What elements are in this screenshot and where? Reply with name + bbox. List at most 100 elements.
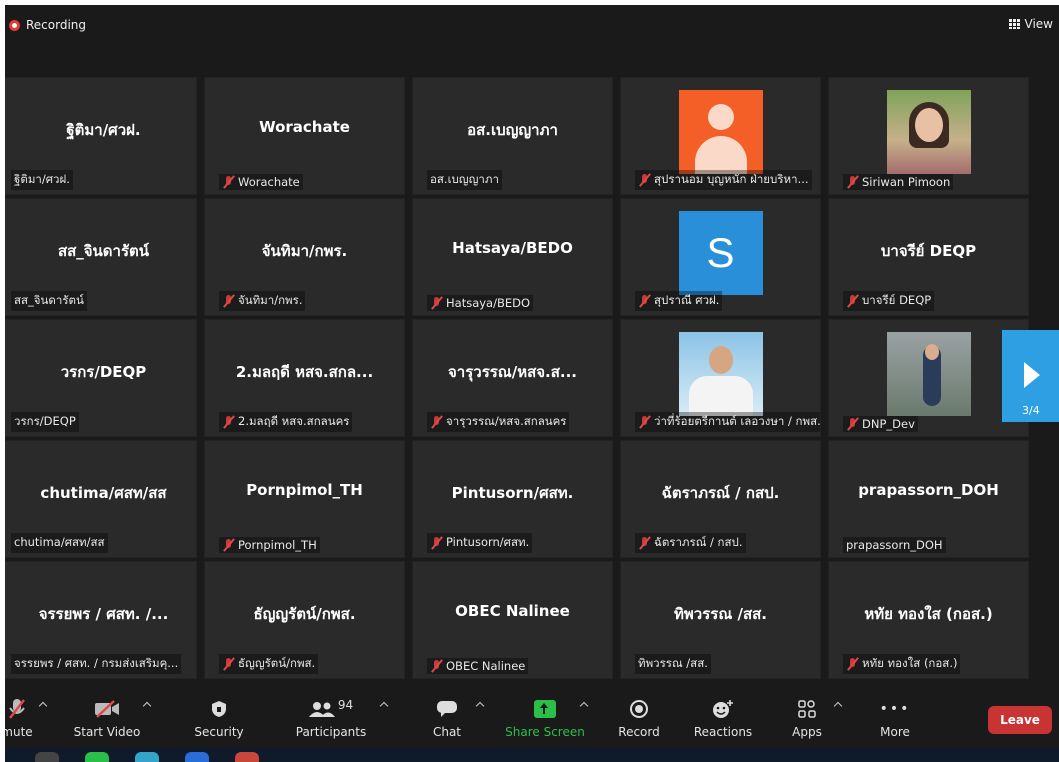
microphone-muted-icon	[430, 536, 443, 550]
participant-display-name: ฐิติมา/ศวฝ.	[66, 121, 141, 139]
participant-tile[interactable]: วรกร/DEQP วรกร/DEQP	[5, 319, 197, 437]
view-button[interactable]: View	[1008, 17, 1053, 31]
participant-name-label: จารุวรรณ/หสจ.สกลนคร	[427, 412, 570, 432]
participant-name-label: ธัญญรัตน์/กพส.	[219, 654, 319, 674]
participant-tile[interactable]: อส.เบญญาภา อส.เบญญาภา	[412, 77, 613, 195]
taskbar-app-icon[interactable]	[235, 752, 259, 762]
participant-tile[interactable]: ทิพวรรณ /สส. ทิพวรรณ /สส.	[620, 561, 821, 679]
page-indicator: 3/4	[1022, 404, 1040, 417]
chevron-up-icon[interactable]	[476, 701, 484, 709]
recording-label: Recording	[26, 18, 87, 32]
taskbar-app-icon[interactable]	[185, 752, 209, 762]
participant-tile[interactable]: ว่าที่ร้อยตรีกานต์ เลอวงษา / กพส.	[620, 319, 821, 437]
participant-tile[interactable]: DNP_Dev	[828, 319, 1029, 437]
participant-display-name: จารุวรรณ/หสจ.ส...	[448, 363, 577, 381]
participant-tile[interactable]: หทัย ทองใส (กอส.) หทัย ทองใส (กอส.)	[828, 561, 1029, 679]
participant-name-label: Pornpimol_TH	[219, 537, 320, 553]
participants-button[interactable]: 94 Participants	[293, 696, 369, 739]
participant-display-name: อส.เบญญาภา	[467, 121, 558, 139]
participant-tile[interactable]: ฉัตราภรณ์ / กสป. ฉัตราภรณ์ / กสป.	[620, 440, 821, 558]
participant-tile[interactable]: สส_จินดารัตน์ สส_จินดารัตน์	[5, 198, 197, 316]
share-screen-button[interactable]: Share Screen	[505, 696, 585, 739]
os-taskbar	[5, 748, 1059, 762]
people-icon	[308, 702, 335, 717]
chevron-up-icon[interactable]	[580, 701, 588, 709]
leave-button[interactable]: Leave	[988, 706, 1052, 734]
security-button[interactable]: Security	[191, 696, 247, 739]
mute-button[interactable]: mute	[5, 696, 35, 739]
more-button[interactable]: ••• More	[875, 696, 915, 739]
chevron-up-icon[interactable]	[380, 701, 388, 709]
chat-button[interactable]: Chat	[427, 696, 467, 739]
participant-name-label: Siriwan Pimoon	[843, 174, 954, 190]
apps-button[interactable]: Apps	[789, 696, 825, 739]
participant-display-name: วรกร/DEQP	[60, 363, 147, 381]
participant-name-label: ฐิติมา/ศวฝ.	[11, 170, 73, 190]
participant-photo	[678, 332, 763, 416]
grid-icon	[1008, 19, 1020, 29]
participant-tile[interactable]: จารุวรรณ/หสจ.ส... จารุวรรณ/หสจ.สกลนคร	[412, 319, 613, 437]
microphone-muted-icon	[846, 175, 859, 189]
participant-tile[interactable]: Pornpimol_TH Pornpimol_TH	[204, 440, 405, 558]
participant-name-label: ว่าที่ร้อยตรีกานต์ เลอวงษา / กพส.	[635, 412, 821, 432]
start-video-button[interactable]: Start Video	[69, 696, 145, 739]
participant-tile[interactable]: สุปรานอม บุญหนัก ฝ่ายบริหา...	[620, 77, 821, 195]
participant-name: 2.มลฤดี หสจ.สกลนคร	[238, 414, 350, 428]
microphone-muted-icon	[638, 415, 651, 429]
microphone-muted-icon	[5, 696, 35, 722]
participant-name: สุปราณี ศวฝ.	[654, 293, 720, 307]
chevron-up-icon[interactable]	[834, 701, 842, 709]
participant-display-name: Worachate	[259, 118, 350, 136]
microphone-muted-icon	[430, 659, 443, 673]
participant-name: จันทิมา/กพร.	[238, 293, 303, 307]
microphone-muted-icon	[846, 657, 859, 671]
recording-indicator[interactable]: Recording	[9, 17, 86, 33]
participant-tile[interactable]: 2.มลฤดี หสจ.สกล... 2.มลฤดี หสจ.สกลนคร	[204, 319, 405, 437]
participant-tile[interactable]: Pintusorn/ศสท. Pintusorn/ศสท.	[412, 440, 613, 558]
participant-photo	[886, 332, 971, 416]
participant-name-label: OBEC Nalinee	[427, 658, 529, 674]
participant-tile[interactable]: Worachate Worachate	[204, 77, 405, 195]
participant-tile[interactable]: Siriwan Pimoon	[828, 77, 1029, 195]
participant-tile[interactable]: prapassorn_DOH prapassorn_DOH	[828, 440, 1029, 558]
taskbar-app-icon[interactable]	[35, 752, 59, 762]
participant-name: ทิพวรรณ /สส.	[638, 656, 708, 670]
participant-name-label: Hatsaya/BEDO	[427, 295, 534, 311]
participant-name: Pintusorn/ศสท.	[446, 535, 530, 549]
microphone-muted-icon	[638, 536, 651, 550]
participant-tile[interactable]: Hatsaya/BEDO Hatsaya/BEDO	[412, 198, 613, 316]
microphone-muted-icon	[846, 417, 859, 431]
participant-tile[interactable]: จันทิมา/กพร. จันทิมา/กพร.	[204, 198, 405, 316]
taskbar-app-icon[interactable]	[135, 752, 159, 762]
participant-name: จรรยพร / ศสท. / กรมส่งเสริมคุ...	[14, 656, 179, 670]
participant-display-name: chutima/ศสท/สส	[40, 484, 167, 502]
shield-icon	[191, 696, 247, 722]
participant-tile[interactable]: บาจรีย์ DEQP บาจรีย์ DEQP	[828, 198, 1029, 316]
meeting-toolbar: mute Start Video Security 94 Participant…	[5, 688, 1059, 748]
participant-name: ธัญญรัตน์/กพส.	[238, 656, 316, 670]
participant-name-label: วรกร/DEQP	[11, 412, 79, 432]
participant-tile[interactable]: ธัญญรัตน์/กพส. ธัญญรัตน์/กพส.	[204, 561, 405, 679]
reactions-button[interactable]: Reactions	[693, 696, 753, 739]
participant-name: OBEC Nalinee	[446, 659, 526, 673]
view-label: View	[1024, 17, 1053, 31]
chat-bubble-icon	[427, 696, 467, 722]
participant-tile[interactable]: จรรยพร / ศสท. /... จรรยพร / ศสท. / กรมส่ง…	[5, 561, 197, 679]
microphone-muted-icon	[430, 296, 443, 310]
microphone-muted-icon	[222, 538, 235, 552]
taskbar-app-icon[interactable]	[85, 752, 109, 762]
participant-tile[interactable]: S สุปราณี ศวฝ.	[620, 198, 821, 316]
avatar-initial: S	[706, 229, 735, 276]
participant-name-label: บาจรีย์ DEQP	[843, 291, 935, 311]
record-button[interactable]: Record	[617, 696, 661, 739]
participant-name: ว่าที่ร้อยตรีกานต์ เลอวงษา / กพส.	[654, 414, 821, 428]
chevron-up-icon[interactable]	[143, 701, 151, 709]
participant-tile[interactable]: chutima/ศสท/สส chutima/ศสท/สส	[5, 440, 197, 558]
participant-tile[interactable]: ฐิติมา/ศวฝ. ฐิติมา/ศวฝ.	[5, 77, 197, 195]
participant-tile[interactable]: OBEC Nalinee OBEC Nalinee	[412, 561, 613, 679]
participant-name: อส.เบญญาภา	[430, 172, 499, 186]
chevron-up-icon[interactable]	[39, 701, 47, 709]
participant-display-name: หทัย ทองใส (กอส.)	[864, 605, 993, 623]
next-page-button[interactable]: 3/4	[1002, 330, 1059, 422]
record-dot-icon	[9, 19, 20, 31]
